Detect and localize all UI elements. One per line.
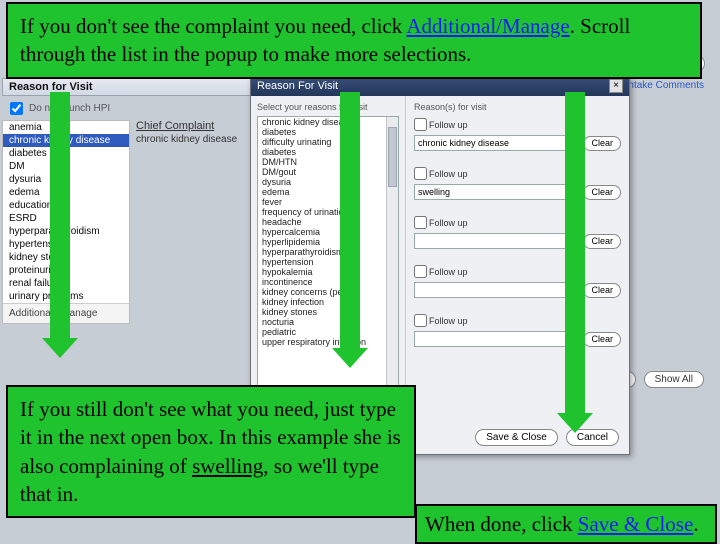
list-item[interactable]: hyperparathyroidism (258, 247, 398, 257)
followup-label: Follow up (429, 267, 468, 277)
chief-complaint-value: chronic kidney disease (136, 134, 266, 145)
scrollbar-thumb[interactable] (388, 127, 397, 187)
reason-input[interactable] (414, 282, 579, 298)
close-icon[interactable]: × (609, 79, 623, 93)
list-item[interactable]: diabetes (258, 127, 398, 137)
list-item[interactable]: kidney stones (258, 307, 398, 317)
show-all-button[interactable]: Show All (644, 371, 704, 388)
list-item[interactable]: hyperlipidemia (258, 237, 398, 247)
do-not-launch-hpi-checkbox[interactable] (10, 102, 23, 115)
reason-input[interactable] (414, 331, 579, 347)
list-item[interactable]: kidney concerns (peds) (258, 287, 398, 297)
callout-link-text: Save & Close (578, 512, 694, 536)
annotation-callout: If you still don't see what you need, ju… (6, 385, 416, 518)
clear-button[interactable]: Clear (583, 283, 621, 298)
followup-checkbox[interactable] (414, 167, 427, 180)
popup-hint: Select your reasons for visit (257, 102, 399, 112)
popup-title: Reason For Visit (257, 80, 338, 92)
annotation-arrow (340, 92, 360, 352)
reasons-heading: Reason(s) for visit (414, 102, 621, 112)
followup-checkbox[interactable] (414, 216, 427, 229)
list-item[interactable]: fever (258, 197, 398, 207)
followup-checkbox[interactable] (414, 314, 427, 327)
reason-input[interactable] (414, 184, 579, 200)
list-item[interactable]: DM/gout (258, 167, 398, 177)
clear-button[interactable]: Clear (583, 332, 621, 347)
list-item[interactable]: edema (258, 187, 398, 197)
popup-reason-list[interactable]: chronic kidney disease diabetes difficul… (257, 116, 399, 396)
panel-header-reason: Reason for Visit (2, 78, 262, 96)
followup-checkbox[interactable] (414, 118, 427, 131)
save-close-button[interactable]: Save & Close (475, 429, 558, 446)
list-item[interactable]: frequency of urination (258, 207, 398, 217)
annotation-callout: If you don't see the complaint you need,… (6, 2, 702, 79)
clear-button[interactable]: Clear (583, 185, 621, 200)
annotation-callout: When done, click Save & Close. (415, 504, 717, 544)
list-item[interactable]: pediatric (258, 327, 398, 337)
followup-label: Follow up (429, 169, 468, 179)
reason-input[interactable] (414, 233, 579, 249)
callout-text: If you don't see the complaint you need,… (20, 14, 406, 38)
list-item[interactable]: dysuria (258, 177, 398, 187)
followup-label: Follow up (429, 218, 468, 228)
list-item[interactable]: difficulty urinating (258, 137, 398, 147)
list-item[interactable]: DM/HTN (258, 157, 398, 167)
callout-underline-text: swelling (192, 454, 263, 478)
list-item[interactable]: hypokalemia (258, 267, 398, 277)
scrollbar[interactable] (386, 117, 398, 395)
list-item[interactable]: headache (258, 217, 398, 227)
callout-link-text: Additional/Manage (406, 14, 569, 38)
annotation-arrow (565, 92, 585, 417)
callout-text: . (693, 512, 698, 536)
chief-complaint-label: Chief Complaint (136, 120, 266, 132)
followup-label: Follow up (429, 120, 468, 130)
followup-checkbox[interactable] (414, 265, 427, 278)
reason-input[interactable] (414, 135, 579, 151)
list-item[interactable]: upper respiratory infection (258, 337, 398, 347)
list-item[interactable]: hypercalcemia (258, 227, 398, 237)
list-item[interactable]: kidney infection (258, 297, 398, 307)
list-item[interactable]: chronic kidney disease (258, 117, 398, 127)
list-item[interactable]: nocturia (258, 317, 398, 327)
list-item[interactable]: incontinence (258, 277, 398, 287)
clear-button[interactable]: Clear (583, 234, 621, 249)
list-item[interactable]: hypertension (258, 257, 398, 267)
callout-text: When done, click (425, 512, 578, 536)
followup-label: Follow up (429, 316, 468, 326)
list-item[interactable]: diabetes (258, 147, 398, 157)
clear-button[interactable]: Clear (583, 136, 621, 151)
annotation-arrow (50, 92, 70, 342)
